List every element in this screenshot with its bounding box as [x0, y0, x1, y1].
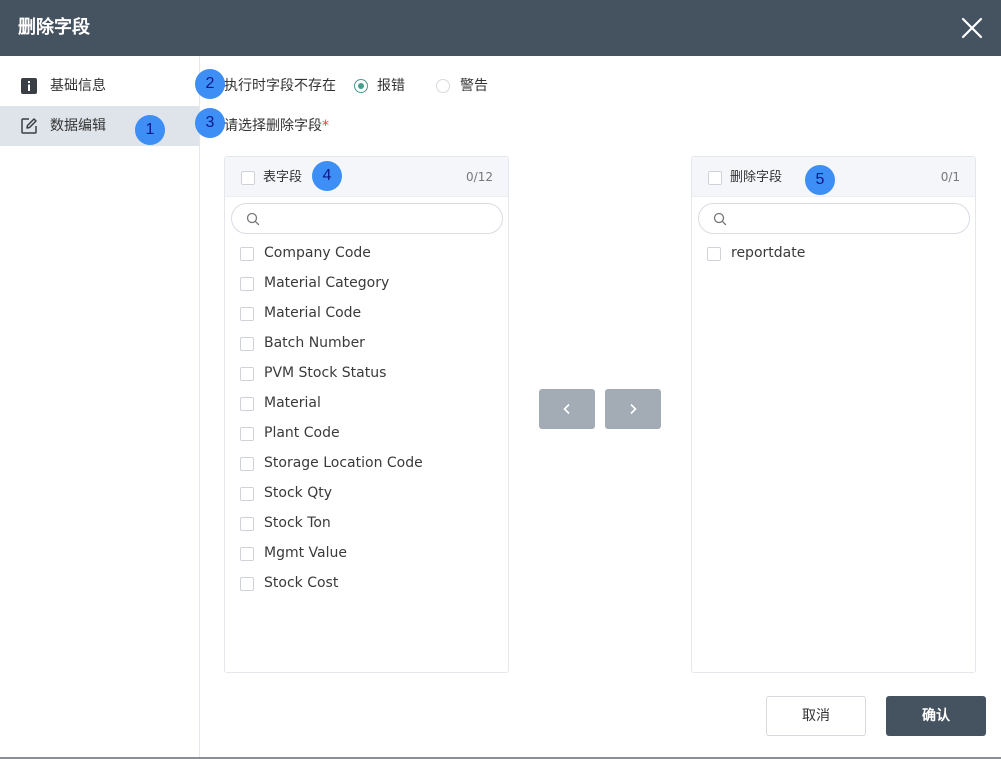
annotation-badge-5: 5 [805, 165, 835, 195]
target-search-input[interactable] [733, 208, 961, 229]
list-item[interactable]: Plant Code [225, 419, 508, 449]
target-panel-title: 删除字段 [730, 170, 783, 185]
list-item[interactable]: Material Code [225, 299, 508, 329]
list-item[interactable]: Stock Ton [225, 509, 508, 539]
list-item[interactable]: Storage Location Code [225, 449, 508, 479]
item-label: Material Code [264, 305, 362, 321]
item-label: Mgmt Value [264, 545, 347, 561]
radio-warning-label[interactable]: 警告 [460, 77, 488, 95]
move-left-button[interactable] [539, 389, 595, 429]
item-label: Stock Cost [264, 575, 339, 591]
source-search-box [231, 203, 503, 234]
annotation-badge-4: 4 [312, 161, 342, 191]
item-label: Material Category [264, 275, 390, 291]
select-fields-text: 请选择删除字段 [224, 118, 322, 134]
item-checkbox[interactable] [240, 577, 254, 591]
move-right-button[interactable] [605, 389, 661, 429]
source-panel-title: 表字段 [263, 170, 303, 185]
item-checkbox[interactable] [240, 397, 254, 411]
item-label: PVM Stock Status [264, 365, 387, 381]
annotation-badge-2: 2 [195, 69, 225, 99]
sidebar-item-label: 基础信息 [50, 78, 106, 94]
sidebar-item-basic-info[interactable]: 基础信息 [0, 66, 199, 106]
sidebar: 基础信息 数据编辑 [0, 56, 200, 757]
item-label: Material [264, 395, 321, 411]
target-fields-panel: 删除字段 0/1 reportdate [691, 156, 976, 673]
item-label: Company Code [264, 245, 371, 261]
target-select-all-checkbox[interactable] [708, 171, 722, 185]
list-item[interactable]: Stock Qty [225, 479, 508, 509]
cancel-button[interactable]: 取消 [766, 696, 866, 736]
item-checkbox[interactable] [240, 367, 254, 381]
dialog-title: 删除字段 [18, 17, 90, 38]
item-checkbox[interactable] [240, 547, 254, 561]
list-item[interactable]: Material Category [225, 269, 508, 299]
item-checkbox[interactable] [240, 487, 254, 501]
list-item[interactable]: Material [225, 389, 508, 419]
chevron-right-icon [630, 403, 637, 415]
item-label: reportdate [731, 245, 806, 261]
search-icon [246, 211, 260, 226]
annotation-badge-3: 3 [195, 108, 225, 138]
item-label: Batch Number [264, 335, 365, 351]
list-item[interactable]: Mgmt Value [225, 539, 508, 569]
required-mark: * [322, 118, 329, 134]
list-item[interactable]: reportdate [692, 239, 975, 269]
source-panel-count: 0/12 [466, 170, 493, 184]
item-checkbox[interactable] [240, 427, 254, 441]
confirm-button[interactable]: 确认 [886, 696, 986, 736]
list-item[interactable]: Company Code [225, 239, 508, 269]
item-checkbox[interactable] [240, 457, 254, 471]
sidebar-item-label: 数据编辑 [50, 118, 106, 134]
list-item[interactable]: Batch Number [225, 329, 508, 359]
target-panel-count: 0/1 [940, 170, 960, 184]
chevron-left-icon [563, 403, 570, 415]
item-checkbox[interactable] [707, 247, 721, 261]
source-select-all-checkbox[interactable] [241, 171, 255, 185]
target-search-box [698, 203, 970, 234]
close-icon[interactable] [960, 16, 984, 40]
item-label: Plant Code [264, 425, 340, 441]
missing-field-label: 执行时字段不存在 [224, 78, 336, 94]
edit-icon [20, 117, 38, 135]
delete-field-dialog: 删除字段 基础信息 数据编辑 1 2 3 执行时字段不存在 报错 警告 请选择删… [0, 0, 1001, 757]
item-checkbox[interactable] [240, 277, 254, 291]
annotation-badge-1: 1 [135, 115, 165, 145]
item-checkbox[interactable] [240, 337, 254, 351]
radio-error-label[interactable]: 报错 [377, 77, 405, 95]
item-checkbox[interactable] [240, 307, 254, 321]
item-label: Stock Ton [264, 515, 331, 531]
list-item[interactable]: Stock Cost [225, 569, 508, 599]
info-icon [20, 77, 38, 95]
select-fields-label: 请选择删除字段* [224, 117, 329, 135]
source-search-input[interactable] [266, 208, 494, 229]
item-checkbox[interactable] [240, 247, 254, 261]
radio-error[interactable] [354, 79, 368, 93]
list-item[interactable]: PVM Stock Status [225, 359, 508, 389]
sidebar-item-data-edit[interactable]: 数据编辑 [0, 106, 199, 146]
radio-warning[interactable] [436, 79, 450, 93]
source-panel-header: 表字段 0/12 [225, 157, 508, 197]
item-label: Stock Qty [264, 485, 332, 501]
search-icon [713, 211, 727, 226]
item-checkbox[interactable] [240, 517, 254, 531]
item-label: Storage Location Code [264, 455, 423, 471]
dialog-header: 删除字段 [0, 0, 1001, 56]
source-fields-panel: 表字段 0/12 Company Code Material Category … [224, 156, 509, 673]
